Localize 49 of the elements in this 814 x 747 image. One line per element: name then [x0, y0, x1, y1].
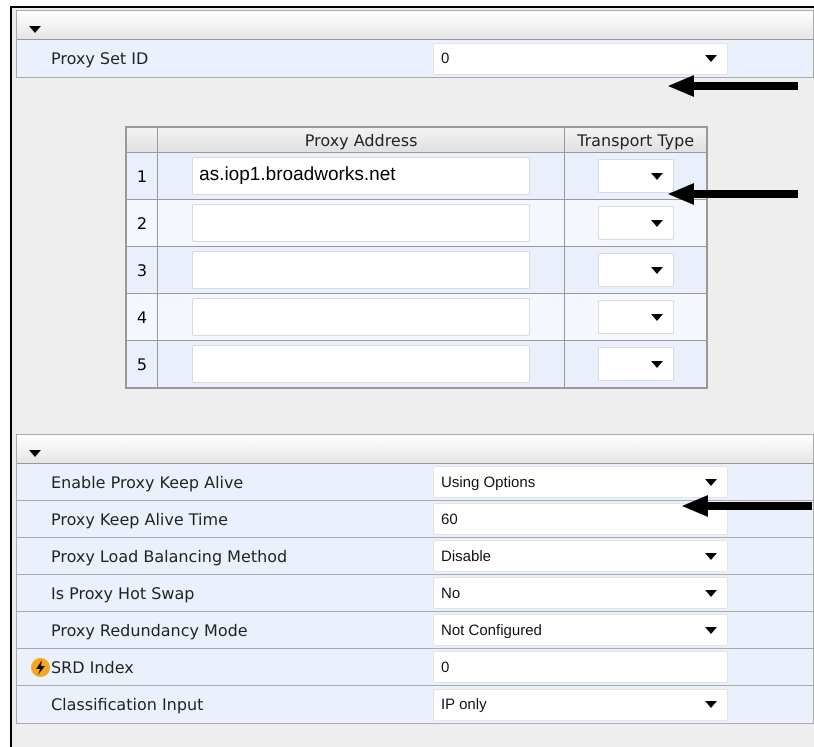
collapse-caret-icon[interactable] [29, 450, 41, 457]
field-label: Proxy Set ID [51, 49, 150, 68]
address-input[interactable] [192, 251, 530, 289]
transport-dropdown[interactable] [598, 206, 674, 240]
dropdown-field[interactable]: Not Configured [433, 614, 728, 646]
caret-icon [705, 590, 717, 596]
input-field[interactable]: 60 [433, 503, 728, 535]
address-input[interactable]: as.iop1.broadworks.net [192, 157, 530, 195]
dropdown-field[interactable]: Using Options [433, 466, 728, 498]
field-label: Proxy Keep Alive Time [51, 510, 229, 528]
column-header: Transport Type [564, 127, 707, 152]
address-input[interactable] [192, 204, 530, 242]
collapse-caret-icon[interactable] [29, 26, 41, 33]
arrow-icon [668, 183, 798, 205]
caret-icon [705, 626, 717, 634]
row-number: 4 [126, 294, 158, 340]
transport-dropdown[interactable] [598, 347, 674, 381]
caret-icon [705, 55, 717, 62]
caret-icon [705, 552, 717, 560]
field-label: Is Proxy Hot Swap [51, 584, 196, 602]
dropdown-field[interactable]: No [433, 577, 728, 609]
field-label: Proxy Redundancy Mode [51, 620, 249, 640]
column-header: Proxy Address [158, 127, 565, 152]
caret-icon [650, 360, 663, 368]
caret-icon [705, 701, 717, 708]
field-label: Proxy Load Balancing Method [51, 546, 288, 566]
row-number: 2 [126, 200, 158, 246]
caret-icon [705, 478, 717, 486]
transport-dropdown[interactable] [598, 159, 674, 193]
field-label: Enable Proxy Keep Alive [51, 472, 244, 492]
arrow-icon [668, 75, 798, 97]
dropdown-field[interactable]: Disable [433, 540, 728, 572]
dropdown-field[interactable]: 0 [433, 42, 728, 74]
transport-dropdown[interactable] [598, 300, 674, 334]
dropdown-field[interactable]: IP only [433, 688, 728, 720]
row-number: 3 [126, 246, 158, 294]
caret-icon [650, 220, 663, 226]
caret-icon [650, 314, 663, 320]
caret-icon [650, 266, 663, 274]
address-input[interactable] [192, 298, 530, 336]
address-input[interactable] [192, 345, 530, 383]
arrow-icon [682, 495, 812, 517]
row-number: 1 [126, 152, 158, 200]
caret-icon [650, 172, 663, 180]
field-label: Classification Input [51, 695, 204, 714]
field-label: SRD Index [51, 658, 135, 676]
input-field[interactable]: 0 [433, 651, 728, 683]
row-number: 5 [126, 340, 158, 388]
transport-dropdown[interactable] [598, 253, 674, 287]
